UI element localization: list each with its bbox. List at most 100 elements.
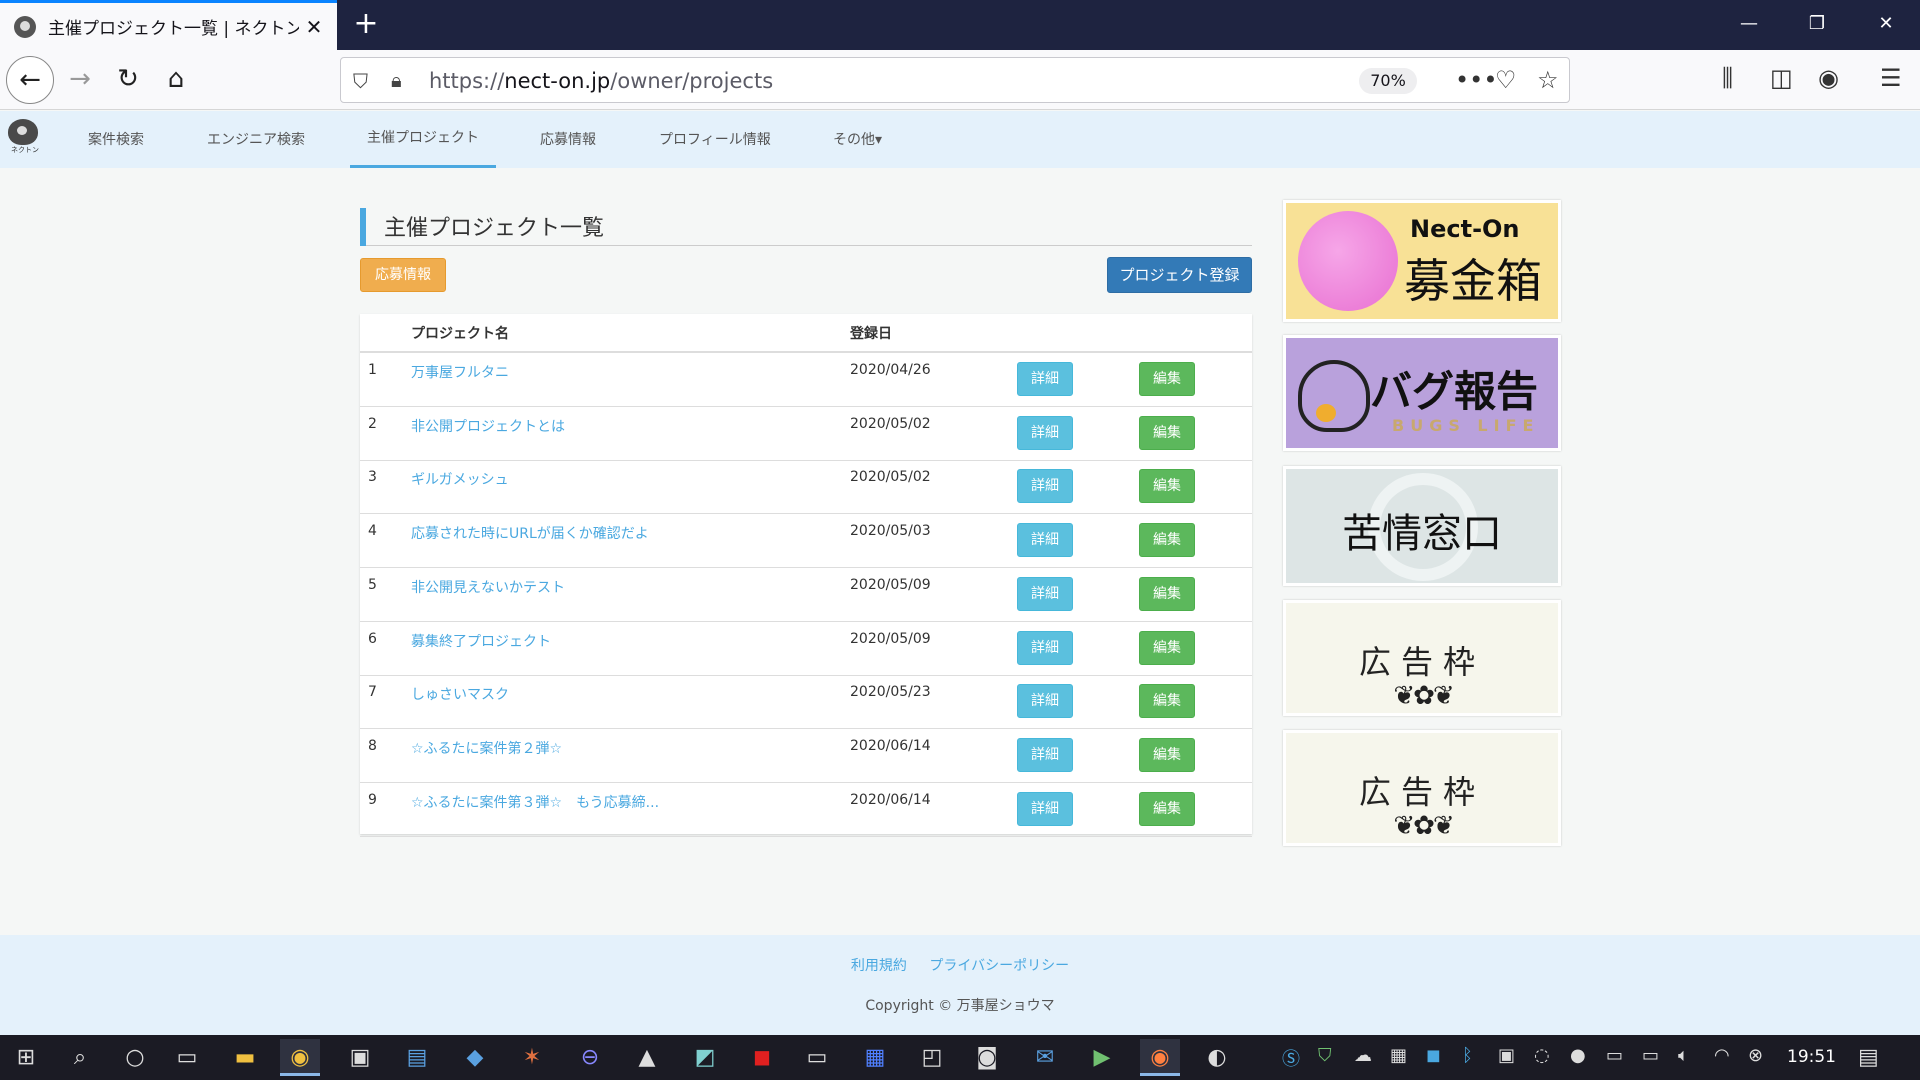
mail-icon[interactable]: ✉	[1025, 1043, 1065, 1073]
edit-button[interactable]: 編集	[1139, 415, 1195, 450]
ad-slot-2[interactable]: 広告枠 ❦✿❦	[1283, 730, 1561, 846]
app-icon[interactable]: ◆	[455, 1043, 495, 1073]
library-icon[interactable]: ⫼	[1722, 64, 1733, 92]
detail-button[interactable]: 詳細	[1017, 523, 1073, 558]
edit-button[interactable]: 編集	[1139, 630, 1195, 665]
nav-profile[interactable]: プロフィール情報	[659, 129, 771, 149]
app-icon[interactable]: ◼	[742, 1043, 782, 1073]
edit-button[interactable]: 編集	[1139, 576, 1195, 611]
register-project-button[interactable]: プロジェクト登録	[1107, 257, 1252, 293]
detail-button[interactable]: 詳細	[1017, 737, 1073, 772]
notification-status-icon[interactable]: ⊗	[1748, 1045, 1763, 1066]
new-tab-button[interactable]: +	[347, 6, 385, 44]
bluetooth-icon[interactable]: ᛒ	[1462, 1045, 1473, 1066]
browser-tab-active[interactable]: 主催プロジェクト一覧 | ネクトン ✕	[0, 0, 337, 50]
detail-button[interactable]: 詳細	[1017, 576, 1073, 611]
app-icon[interactable]: ⊖	[570, 1043, 610, 1073]
pocket-icon[interactable]: ♡	[1495, 66, 1517, 94]
detail-button[interactable]: 詳細	[1017, 415, 1073, 450]
edit-button[interactable]: 編集	[1139, 523, 1195, 558]
applications-button[interactable]: 応募情報	[360, 258, 446, 292]
tab-close-icon[interactable]: ✕	[299, 15, 329, 39]
project-name-link[interactable]: 募集終了プロジェクト	[411, 631, 551, 651]
wifi-icon[interactable]: ◠	[1714, 1045, 1730, 1066]
app-icon[interactable]: ▲	[627, 1043, 667, 1073]
firefox-icon[interactable]: ◉	[1140, 1039, 1180, 1076]
security-icon[interactable]: ⛉	[1318, 1045, 1332, 1066]
app-icon[interactable]: ◙	[967, 1043, 1007, 1073]
file-explorer-icon[interactable]: ▬	[225, 1043, 265, 1073]
project-name-link[interactable]: 非公開プロジェクトとは	[411, 416, 565, 436]
restore-button[interactable]: ❐	[1783, 0, 1851, 50]
app-icon[interactable]: ▶	[1082, 1043, 1122, 1073]
window-close-button[interactable]: ✕	[1852, 0, 1920, 50]
task-view-icon[interactable]: ▭	[167, 1043, 207, 1073]
edit-button[interactable]: 編集	[1139, 737, 1195, 772]
terms-link[interactable]: 利用規約	[851, 958, 907, 974]
chrome-icon[interactable]: ◉	[280, 1039, 320, 1076]
edit-button[interactable]: 編集	[1139, 684, 1195, 719]
star-icon[interactable]: ☆	[1537, 66, 1559, 94]
terminal-icon[interactable]: ▭	[797, 1043, 837, 1073]
ad-slot-1[interactable]: 広告枠 ❦✿❦	[1283, 600, 1561, 716]
app-icon[interactable]: ▦	[855, 1043, 895, 1073]
store-icon[interactable]: ▣	[340, 1043, 380, 1073]
project-name-link[interactable]: 万事屋フルタニ	[411, 362, 509, 382]
app-icon[interactable]: ▤	[397, 1043, 437, 1073]
battery-icon[interactable]: ▭	[1642, 1045, 1659, 1066]
url-text[interactable]: https://nect-on.jp/owner/projects	[429, 69, 773, 93]
detail-button[interactable]: 詳細	[1017, 469, 1073, 504]
app-icon[interactable]: ◐	[1197, 1043, 1237, 1073]
complaint-banner[interactable]: 苦情窓口	[1283, 466, 1561, 586]
tray-app-icon[interactable]: ●	[1570, 1045, 1586, 1066]
project-name-link[interactable]: 応募された時にURLが届くか確認だよ	[411, 523, 649, 543]
app-icon[interactable]: ◩	[685, 1043, 725, 1073]
action-center-icon[interactable]: ▤	[1858, 1045, 1879, 1070]
zoom-indicator[interactable]: 70%	[1359, 68, 1417, 94]
more-icon[interactable]: •••	[1455, 66, 1497, 94]
nav-other-dropdown[interactable]: その他▾	[833, 129, 882, 149]
nav-applications[interactable]: 応募情報	[540, 129, 596, 149]
home-icon[interactable]: ⌂	[152, 56, 200, 104]
donation-banner[interactable]: Nect-On 募金箱	[1283, 200, 1561, 322]
detail-button[interactable]: 詳細	[1017, 684, 1073, 719]
forward-arrow-icon[interactable]: →	[56, 56, 104, 104]
app-icon[interactable]: ✶	[512, 1043, 552, 1073]
edit-button[interactable]: 編集	[1139, 469, 1195, 504]
back-arrow-icon[interactable]: ←	[6, 56, 54, 104]
start-icon[interactable]: ⊞	[6, 1043, 46, 1073]
onedrive-icon[interactable]: ☁	[1354, 1045, 1372, 1066]
project-name-link[interactable]: しゅさいマスク	[411, 684, 509, 704]
privacy-link[interactable]: プライバシーポリシー	[929, 958, 1069, 974]
detail-button[interactable]: 詳細	[1017, 362, 1073, 396]
project-name-link[interactable]: ☆ふるたに案件第３弾☆ もう応募締...	[411, 792, 659, 812]
tray-app-icon[interactable]: ▦	[1390, 1045, 1407, 1066]
menu-icon[interactable]: ☰	[1880, 64, 1902, 92]
search-icon[interactable]: ⌕	[60, 1043, 100, 1073]
account-icon[interactable]: ◉	[1818, 64, 1839, 92]
shield-icon[interactable]: ⛉	[353, 69, 375, 93]
nav-project-search[interactable]: 案件検索	[88, 129, 144, 149]
taskbar-clock[interactable]: 19:51	[1787, 1047, 1836, 1067]
lock-icon[interactable]: 🔒︎	[391, 68, 402, 92]
detail-button[interactable]: 詳細	[1017, 630, 1073, 665]
volume-icon[interactable]: 🔈︎	[1678, 1045, 1689, 1066]
site-logo[interactable]: ネクトン	[8, 119, 42, 159]
sidebar-icon[interactable]: ◫	[1770, 64, 1793, 92]
edit-button[interactable]: 編集	[1139, 791, 1195, 826]
detail-button[interactable]: 詳細	[1017, 791, 1073, 826]
app-icon[interactable]: ◰	[912, 1043, 952, 1073]
tray-app-icon[interactable]: ◌	[1534, 1045, 1550, 1066]
tray-app-icon[interactable]: ◼	[1426, 1045, 1441, 1066]
address-bar[interactable]: ⛉ 🔒︎ https://nect-on.jp/owner/projects 7…	[340, 57, 1570, 103]
cortana-icon[interactable]: ○	[115, 1043, 155, 1073]
tray-app-icon[interactable]: ▭	[1606, 1045, 1623, 1066]
project-name-link[interactable]: ☆ふるたに案件第２弾☆	[411, 738, 562, 758]
edit-button[interactable]: 編集	[1139, 362, 1195, 396]
nav-hosted-projects[interactable]: 主催プロジェクト	[367, 127, 479, 147]
reload-icon[interactable]: ↻	[104, 56, 152, 104]
project-name-link[interactable]: ギルガメッシュ	[411, 469, 509, 489]
project-name-link[interactable]: 非公開見えないかテスト	[411, 577, 565, 597]
nav-engineer-search[interactable]: エンジニア検索	[207, 129, 305, 149]
tray-app-icon[interactable]: ▣	[1498, 1045, 1515, 1066]
